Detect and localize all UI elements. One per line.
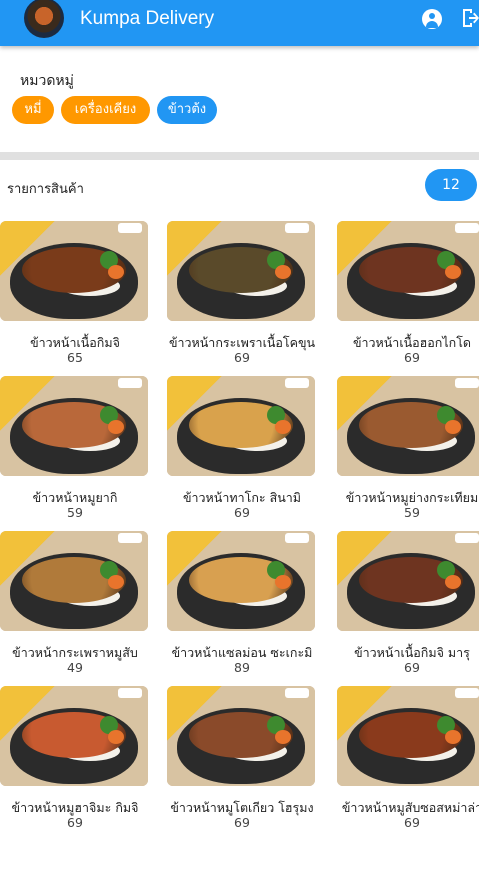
product-price: 65 (67, 350, 83, 365)
product-price: 69 (404, 815, 420, 830)
product-image (0, 221, 148, 321)
products-label: รายการสินค้า (7, 182, 84, 197)
category-chip[interactable]: ข้าวต้ง (157, 96, 217, 124)
product-price: 89 (234, 660, 250, 675)
category-chip[interactable]: หมี่ (12, 96, 54, 124)
product-price: 69 (404, 660, 420, 675)
product-image (0, 376, 148, 476)
product-image (337, 686, 479, 786)
product-image (0, 686, 148, 786)
product-count-badge: 12 (425, 169, 477, 201)
product-price: 69 (67, 815, 83, 830)
section-divider (0, 152, 479, 160)
product-price: 69 (234, 815, 250, 830)
logout-icon[interactable] (461, 8, 479, 28)
product-image (167, 686, 315, 786)
app-title: Kumpa Delivery (80, 8, 215, 29)
product-price: 69 (234, 505, 250, 520)
product-image (337, 531, 479, 631)
account-circle-icon[interactable] (422, 9, 442, 29)
product-image (337, 376, 479, 476)
product-price: 69 (234, 350, 250, 365)
product-price: 59 (67, 505, 83, 520)
product-image (337, 221, 479, 321)
app-logo-avatar (24, 0, 64, 38)
app-bar: Kumpa Delivery (0, 0, 479, 46)
product-price: 69 (404, 350, 420, 365)
category-chip[interactable]: เครื่องเคียง (61, 96, 150, 124)
categories-label: หมวดหมู่ (20, 73, 74, 89)
product-price: 59 (404, 505, 420, 520)
product-image (167, 376, 315, 476)
product-image (167, 221, 315, 321)
product-price: 49 (67, 660, 83, 675)
product-image (167, 531, 315, 631)
product-image (0, 531, 148, 631)
